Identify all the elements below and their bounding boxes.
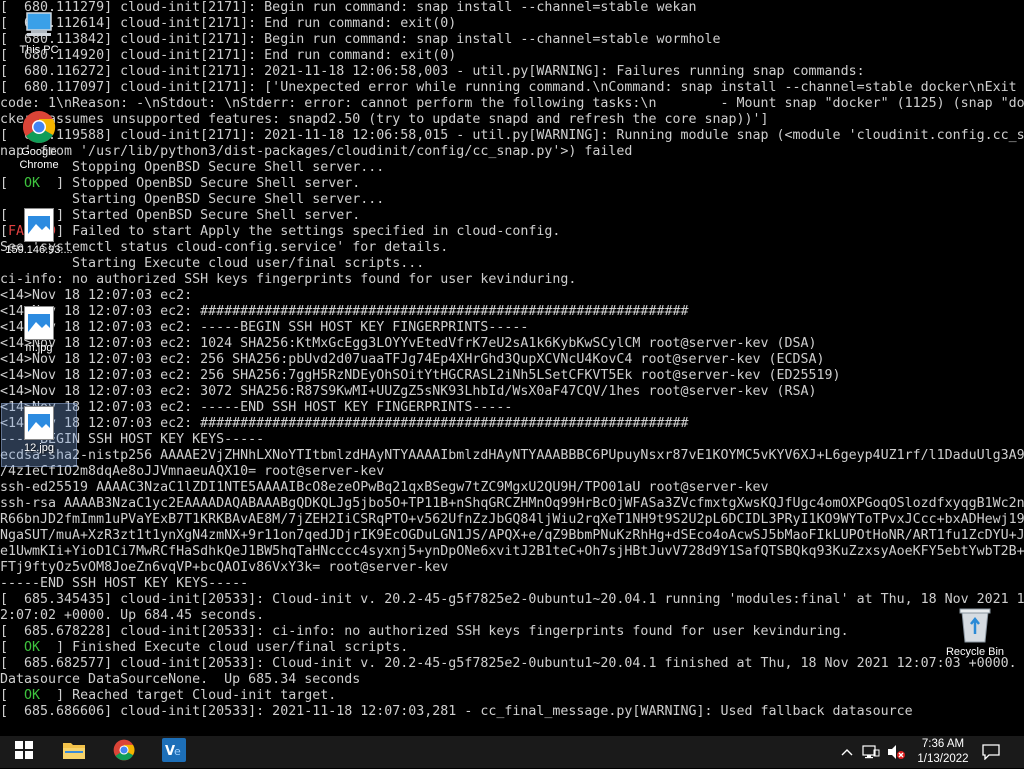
console-line: [ 685.682577] cloud-init[20533]: Cloud-i… (0, 656, 1017, 671)
status-ok: OK (8, 176, 57, 191)
console-line: -----BEGIN SSH HOST KEY KEYS----- (0, 432, 265, 447)
desktop-icon-recycle-bin[interactable]: Recycle Bin (938, 604, 1012, 659)
console-line: <14>Nov 18 12:07:03 ec2: (0, 288, 193, 303)
status-ok: OK (8, 640, 57, 655)
vmware-icon: Ve (161, 737, 187, 768)
desktop-icon-label: Recycle Bin (945, 646, 1005, 658)
terminal-console[interactable]: [ 680.111279] cloud-init[2171]: Begin ru… (0, 0, 1024, 736)
console-line: ssh-rsa AAAAB3NzaC1yc2EAAAADAQABAAABgQDK… (0, 496, 1024, 511)
desktop-icon-m-jpg[interactable]: m.jpg (2, 306, 76, 355)
console-line: ssh-ed25519 AAAAC3NzaC1lZDI1NTE5AAAAIBcO… (0, 480, 769, 495)
console-line: /4z1eCf1O2m8dqAe8oJJVmnaeuAQX10= root@se… (0, 464, 385, 479)
console-line: [ 680.112614] cloud-init[2171]: End run … (0, 16, 457, 31)
image-file-icon (24, 406, 54, 440)
desktop-icon-label: 159.146.93.... (5, 244, 73, 256)
desktop-icon-google-chrome[interactable]: Google Chrome (2, 110, 76, 172)
console-line: [ 680.113842] cloud-init[2171]: Begin ru… (0, 32, 721, 47)
console-line: [ 680.111279] cloud-init[2171]: Begin ru… (0, 0, 697, 15)
console-line: [ 680.114920] cloud-init[2171]: End run … (0, 48, 457, 63)
console-line: R66bnJD2fmImm1uPVaYExB7T1KRKBAvAE8M/7jZE… (0, 512, 1024, 527)
console-line: [ OK ] Finished Execute cloud user/final… (0, 640, 409, 655)
console-line: nap' from '/usr/lib/python3/dist-package… (0, 144, 633, 159)
console-line: [ 680.117097] cloud-init[2171]: ['Unexpe… (0, 80, 1017, 95)
console-line: FTj9ftyOz5vOM8JoeZn6vqVP+bcQAOIv86VxY3k=… (0, 560, 449, 575)
console-line: NgaSUT/muA+XzR3zt1t1ynXgN4zmNX+9r11on7qe… (0, 528, 1024, 543)
console-line: 2:07:02 +0000. Up 684.45 seconds. (0, 608, 265, 623)
console-line: [ OK ] Reached target Cloud-init target. (0, 688, 337, 703)
console-line: See 'systemctl status cloud-config.servi… (0, 240, 449, 255)
svg-text:e: e (174, 745, 181, 758)
console-line: <14>Nov 18 12:07:03 ec2: -----BEGIN SSH … (0, 320, 529, 335)
console-line: <14>Nov 18 12:07:03 ec2: 3072 SHA256:R87… (0, 384, 817, 399)
start-button[interactable] (4, 736, 44, 768)
recycle-bin-icon (957, 604, 993, 644)
console-line: cker" assumes unsupported features: snap… (0, 112, 769, 127)
console-line: [ 685.686606] cloud-init[20533]: 2021-11… (0, 704, 913, 719)
console-line: [ OK ] Stopped OpenBSD Secure Shell serv… (0, 176, 361, 191)
console-line: Starting Execute cloud user/final script… (0, 256, 425, 271)
console-line: e1UwmKIi+YioD1Ci7MwRCfHaSdhkQeJ1BW5hqTaH… (0, 544, 1024, 559)
volume-muted-icon[interactable] (886, 744, 906, 760)
desktop-icon-this-pc[interactable]: This PC (2, 10, 76, 57)
image-file-icon (24, 208, 54, 242)
console-line: code: 1\nReason: -\nStdout: \nStderr: er… (0, 96, 1024, 111)
image-file-icon (24, 306, 54, 340)
taskbar-clock[interactable]: 7:36 AM 1/13/2022 (908, 736, 978, 769)
console-line: [ 685.345435] cloud-init[20533]: Cloud-i… (0, 592, 1024, 607)
network-icon[interactable] (862, 744, 880, 760)
console-line: <14>Nov 18 12:07:03 ec2: ###############… (0, 416, 689, 431)
console-line: [FAILED] Failed to start Apply the setti… (0, 224, 561, 239)
console-line: [ OK ] Started OpenBSD Secure Shell serv… (0, 208, 361, 223)
desktop-icon-image-159[interactable]: 159.146.93.... (2, 208, 76, 257)
desktop-icon-label: m.jpg (25, 342, 53, 354)
chevron-up-icon[interactable] (840, 744, 854, 760)
console-line: ecdsa-sha2-nistp256 AAAAE2VjZHNhLXNoYTIt… (0, 448, 1024, 463)
windows-logo-icon (15, 740, 33, 764)
console-line: [ 685.678228] cloud-init[20533]: ci-info… (0, 624, 849, 639)
status-ok: OK (8, 688, 57, 703)
desktop-icon-12-jpg[interactable]: 12.jpg (1, 403, 77, 467)
console-line: ci-info: no authorized SSH keys fingerpr… (0, 272, 577, 287)
chrome-icon (22, 110, 56, 144)
console-line: <14>Nov 18 12:07:03 ec2: -----END SSH HO… (0, 400, 513, 415)
computer-icon (21, 10, 57, 42)
clock-time: 7:36 AM (921, 738, 965, 750)
folder-icon (62, 740, 86, 765)
taskbar-chrome[interactable] (104, 736, 144, 768)
console-line: <14>Nov 18 12:07:03 ec2: 1024 SHA256:KtM… (0, 336, 817, 351)
console-line: Datasource DataSourceNone. Up 685.34 sec… (0, 672, 361, 687)
desktop-icon-label: Google Chrome (19, 146, 59, 171)
console-line: -----END SSH HOST KEY KEYS----- (0, 576, 249, 591)
taskbar-vmware[interactable]: Ve (154, 736, 194, 768)
taskbar: Ve 7:36 AM 1/13/2022 (0, 736, 1024, 768)
console-line: [ 680.116272] cloud-init[2171]: 2021-11-… (0, 64, 865, 79)
console-line: <14>Nov 18 12:07:03 ec2: ###############… (0, 304, 689, 319)
console-line: [ 680.119588] cloud-init[2171]: 2021-11-… (0, 128, 1024, 143)
console-line: <14>Nov 18 12:07:03 ec2: 256 SHA256:7ggH… (0, 368, 841, 383)
console-line: Starting OpenBSD Secure Shell server... (0, 192, 385, 207)
console-line: <14>Nov 18 12:07:03 ec2: 256 SHA256:pbUv… (0, 352, 825, 367)
desktop-icon-label: This PC (19, 44, 59, 56)
chrome-icon (113, 739, 135, 766)
desktop-icon-label: 12.jpg (24, 442, 54, 454)
console-line: Stopping OpenBSD Secure Shell server... (0, 160, 385, 175)
taskbar-file-explorer[interactable] (54, 736, 94, 768)
action-center-icon[interactable] (982, 744, 1000, 761)
clock-date: 1/13/2022 (917, 753, 969, 765)
